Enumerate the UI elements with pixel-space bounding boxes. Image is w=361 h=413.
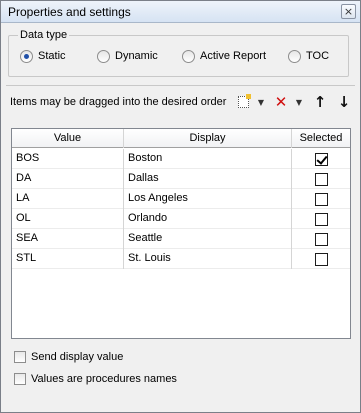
send-display-value-checkbox[interactable]	[14, 351, 26, 363]
value-cell[interactable]: LA	[12, 189, 124, 209]
value-cell[interactable]: OL	[12, 209, 124, 229]
selected-checkbox[interactable]	[314, 172, 328, 186]
radio-active-report[interactable]: Active Report	[182, 48, 266, 64]
display-cell[interactable]: St. Louis	[124, 249, 292, 269]
move-up-icon: ↑	[313, 93, 327, 111]
value-cell[interactable]: BOS	[12, 149, 124, 169]
move-down-icon: ↓	[337, 93, 351, 111]
separator	[6, 85, 355, 86]
table-row[interactable]: OL Orlando	[12, 209, 350, 229]
display-cell[interactable]: Seattle	[124, 229, 292, 249]
move-up-button[interactable]: ↑	[312, 93, 328, 111]
selected-cell	[292, 229, 350, 249]
selected-checkbox[interactable]	[314, 152, 328, 166]
table-row[interactable]: DA Dallas	[12, 169, 350, 189]
grid-header: Value Display Selected	[12, 129, 350, 148]
radio-static[interactable]: Static	[20, 48, 66, 64]
selected-cell	[292, 189, 350, 209]
procedures-names-checkbox[interactable]	[14, 373, 26, 385]
radio-active-report-indicator[interactable]	[182, 49, 195, 63]
new-item-icon	[237, 94, 251, 108]
grid-rows: BOS Boston DA Dallas LA Los Angeles OL O…	[12, 149, 350, 269]
title-bar: Properties and settings ×	[1, 1, 360, 23]
selected-cell	[292, 209, 350, 229]
selected-cell	[292, 149, 350, 169]
radio-active-report-label: Active Report	[200, 50, 267, 62]
column-header-selected[interactable]: Selected	[292, 129, 350, 148]
column-header-value[interactable]: Value	[12, 129, 124, 148]
window-title: Properties and settings	[8, 5, 131, 19]
value-cell[interactable]: DA	[12, 169, 124, 189]
radio-dynamic[interactable]: Dynamic	[97, 48, 158, 64]
selected-checkbox[interactable]	[314, 252, 328, 266]
table-row[interactable]: SEA Seattle	[12, 229, 350, 249]
display-cell[interactable]: Orlando	[124, 209, 292, 229]
display-cell[interactable]: Los Angeles	[124, 189, 292, 209]
values-grid: Value Display Selected BOS Boston DA Dal…	[11, 128, 351, 339]
radio-toc-indicator[interactable]	[288, 49, 301, 63]
delete-icon: ✕	[274, 93, 288, 111]
radio-toc-label: TOC	[306, 50, 330, 62]
column-header-display[interactable]: Display	[124, 129, 292, 148]
radio-static-label: Static	[38, 50, 66, 62]
drag-hint: Items may be dragged into the desired or…	[10, 96, 227, 108]
display-cell[interactable]: Boston	[124, 149, 292, 169]
radio-dynamic-indicator[interactable]	[97, 49, 110, 63]
selected-cell	[292, 249, 350, 269]
new-item-button[interactable]	[236, 93, 251, 111]
delete-button[interactable]: ✕	[273, 93, 289, 111]
table-row[interactable]: BOS Boston	[12, 149, 350, 169]
display-cell[interactable]: Dallas	[124, 169, 292, 189]
dropdown-arrow-icon: ▼	[295, 97, 303, 107]
table-row[interactable]: STL St. Louis	[12, 249, 350, 269]
send-display-value-option[interactable]: Send display value	[14, 349, 123, 365]
radio-toc[interactable]: TOC	[288, 48, 329, 64]
selected-checkbox[interactable]	[314, 192, 328, 206]
table-row[interactable]: LA Los Angeles	[12, 189, 350, 209]
properties-dialog: Properties and settings × Data type Stat…	[0, 0, 361, 413]
selected-checkbox[interactable]	[314, 232, 328, 246]
dropdown-arrow-icon: ▼	[257, 97, 265, 107]
procedures-names-option[interactable]: Values are procedures names	[14, 371, 177, 387]
close-button[interactable]: ×	[341, 4, 356, 19]
value-cell[interactable]: SEA	[12, 229, 124, 249]
selected-cell	[292, 169, 350, 189]
delete-dropdown[interactable]: ▼	[294, 93, 304, 111]
radio-static-indicator[interactable]	[20, 49, 33, 63]
value-cell[interactable]: STL	[12, 249, 124, 269]
new-item-dropdown[interactable]: ▼	[256, 93, 266, 111]
data-type-legend: Data type	[18, 29, 70, 41]
radio-dynamic-label: Dynamic	[115, 50, 158, 62]
send-display-value-label: Send display value	[31, 351, 124, 363]
procedures-names-label: Values are procedures names	[31, 373, 177, 385]
move-down-button[interactable]: ↓	[336, 93, 352, 111]
close-icon: ×	[343, 5, 354, 18]
selected-checkbox[interactable]	[314, 212, 328, 226]
